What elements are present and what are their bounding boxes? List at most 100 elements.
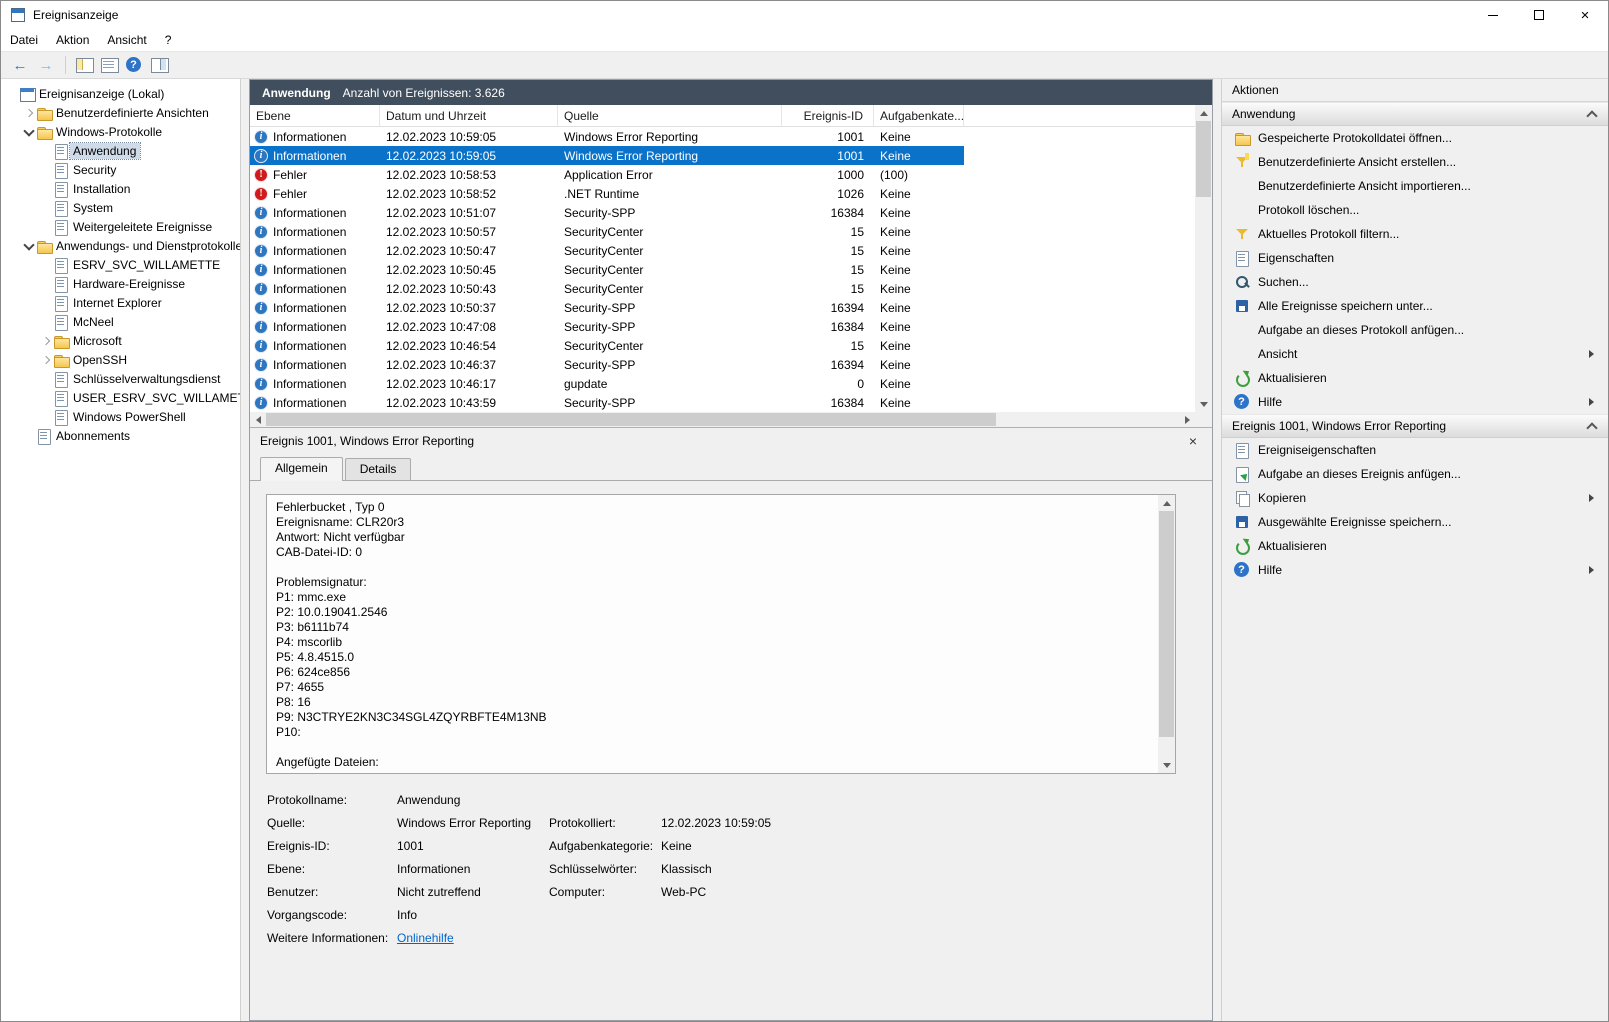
menu-datei[interactable]: Datei [1,30,47,50]
tree-item-schl-sselverwaltungsdienst[interactable]: Schlüsselverwaltungsdienst [1,369,240,388]
action-kopieren[interactable]: Kopieren [1222,486,1608,510]
action-suchen[interactable]: Suchen... [1222,270,1608,294]
tree-item-esrv-svc-willamette[interactable]: ESRV_SVC_WILLAMETTE [1,255,240,274]
menu-item[interactable]: ? [156,30,181,50]
tree-item-hardware-ereignisse[interactable]: Hardware-Ereignisse [1,274,240,293]
vertical-scroll-thumb[interactable] [1159,511,1174,737]
event-row[interactable]: iInformationen12.02.2023 10:47:08Securit… [250,317,964,336]
action-ereigniseigenschaften[interactable]: Ereigniseigenschaften [1222,438,1608,462]
action-aufgabe-an-dieses-protokoll-anf-gen[interactable]: Aufgabe an dieses Protokoll anfügen... [1222,318,1608,342]
tree-item-openssh[interactable]: OpenSSH [1,350,240,369]
online-help-link[interactable]: Onlinehilfe [397,931,454,945]
menu-ansicht[interactable]: Ansicht [98,30,155,50]
event-row[interactable]: iInformationen12.02.2023 10:50:57Securit… [250,222,964,241]
tree-item-ereignisanzeige-lokal[interactable]: Ereignisanzeige (Lokal) [1,84,240,103]
action-aufgabe-an-dieses-ereignis-anf-gen[interactable]: Aufgabe an dieses Ereignis anfügen... [1222,462,1608,486]
column-header-ebene[interactable]: Ebene [250,105,380,126]
close-button[interactable]: × [1562,1,1608,29]
event-row[interactable]: !Fehler12.02.2023 10:58:52.NET Runtime10… [250,184,964,203]
vertical-scroll-track[interactable] [1195,121,1212,396]
action-group-header-anwendung[interactable]: Anwendung [1222,102,1608,126]
column-header-aufgabenkate[interactable]: Aufgabenkate... [874,105,964,126]
chevron-down-icon[interactable] [22,239,36,253]
menu-aktion[interactable]: Aktion [47,30,98,50]
events-horizontal-scrollbar[interactable] [250,412,1195,427]
tree-item-anwendungs-und-dienstprotokolle[interactable]: Anwendungs- und Dienstprotokolle [1,236,240,255]
event-message[interactable]: Fehlerbucket , Typ 0 Ereignisname: CLR20… [267,495,1175,773]
events-vertical-scrollbar[interactable] [1195,105,1212,427]
help-icon[interactable] [124,56,145,74]
collapse-chevron-icon[interactable] [1586,420,1598,432]
action-benutzerdefinierte-ansicht-importieren[interactable]: Benutzerdefinierte Ansicht importieren..… [1222,174,1608,198]
scroll-up-button[interactable] [1158,495,1175,511]
tree-item-windows-protokolle[interactable]: Windows-Protokolle [1,122,240,141]
scroll-left-button[interactable] [250,412,266,427]
action-aktualisieren[interactable]: Aktualisieren [1222,534,1608,558]
action-aktualisieren[interactable]: Aktualisieren [1222,366,1608,390]
tree-item-anwendung[interactable]: Anwendung [1,141,240,160]
event-row[interactable]: iInformationen12.02.2023 10:59:05Windows… [250,127,964,146]
tab-details[interactable]: Details [345,458,412,480]
scroll-right-button[interactable] [1179,412,1195,427]
scroll-down-button[interactable] [1158,757,1175,773]
column-header-quelle[interactable]: Quelle [558,105,782,126]
action-benutzerdefinierte-ansicht-erstellen[interactable]: Benutzerdefinierte Ansicht erstellen... [1222,150,1608,174]
action-protokoll-l-schen[interactable]: Protokoll löschen... [1222,198,1608,222]
tree-item-microsoft[interactable]: Microsoft [1,331,240,350]
tab-allgemein[interactable]: Allgemein [260,457,343,481]
event-row[interactable]: iInformationen12.02.2023 10:46:37Securit… [250,355,964,374]
vertical-scroll-track[interactable] [1158,511,1175,757]
tree-item-system[interactable]: System [1,198,240,217]
minimize-button[interactable] [1470,1,1516,29]
event-row[interactable]: iInformationen12.02.2023 10:46:17gupdate… [250,374,964,393]
chevron-right-icon[interactable] [22,106,36,120]
tree-item-benutzerdefinierte-ansichten[interactable]: Benutzerdefinierte Ansichten [1,103,240,122]
event-row[interactable]: iInformationen12.02.2023 10:43:59Securit… [250,393,964,412]
event-level-cell: !Fehler [250,168,380,182]
tree-item-user-esrv-svc-willamette[interactable]: USER_ESRV_SVC_WILLAMETTE [1,388,240,407]
event-row[interactable]: iInformationen12.02.2023 10:46:54Securit… [250,336,964,355]
horizontal-scroll-track[interactable] [266,412,1179,427]
chevron-right-icon[interactable] [39,353,53,367]
event-row[interactable]: !Fehler12.02.2023 10:58:53Application Er… [250,165,964,184]
close-preview-icon[interactable]: × [1184,433,1202,449]
event-row[interactable]: iInformationen12.02.2023 10:50:37Securit… [250,298,964,317]
column-header-datum-und-uhrzeit[interactable]: Datum und Uhrzeit [380,105,558,126]
horizontal-scroll-thumb[interactable] [266,413,996,426]
action-gespeicherte-protokolldatei-ffnen[interactable]: Gespeicherte Protokolldatei öffnen... [1222,126,1608,150]
collapse-chevron-icon[interactable] [1586,108,1598,120]
properties-icon[interactable] [99,56,120,74]
action-ausgew-hlte-ereignisse-speichern[interactable]: Ausgewählte Ereignisse speichern... [1222,510,1608,534]
maximize-button[interactable] [1516,1,1562,29]
action-ansicht[interactable]: Ansicht [1222,342,1608,366]
tree-item-security[interactable]: Security [1,160,240,179]
event-row[interactable]: iInformationen12.02.2023 10:50:43Securit… [250,279,964,298]
tree-item-windows-powershell[interactable]: Windows PowerShell [1,407,240,426]
tree-item-mcneel[interactable]: McNeel [1,312,240,331]
event-row[interactable]: iInformationen12.02.2023 10:50:45Securit… [250,260,964,279]
action-aktuelles-protokoll-filtern[interactable]: Aktuelles Protokoll filtern... [1222,222,1608,246]
tree-item-weitergeleitete-ereignisse[interactable]: Weitergeleitete Ereignisse [1,217,240,236]
console-tree-icon[interactable] [74,56,95,74]
action-hilfe[interactable]: Hilfe [1222,558,1608,582]
action-eigenschaften[interactable]: Eigenschaften [1222,246,1608,270]
tree-item-internet-explorer[interactable]: Internet Explorer [1,293,240,312]
event-row[interactable]: iInformationen12.02.2023 10:59:05Windows… [250,146,964,165]
chevron-down-icon[interactable] [22,125,36,139]
tree-item-installation[interactable]: Installation [1,179,240,198]
forward-icon[interactable]: → [35,57,57,74]
action-hilfe[interactable]: Hilfe [1222,390,1608,414]
scroll-up-button[interactable] [1195,105,1212,121]
action-alle-ereignisse-speichern-unter[interactable]: Alle Ereignisse speichern unter... [1222,294,1608,318]
column-header-ereignis-id[interactable]: Ereignis-ID [782,105,874,126]
event-row[interactable]: iInformationen12.02.2023 10:51:07Securit… [250,203,964,222]
back-icon[interactable]: ← [9,57,31,74]
vertical-scroll-thumb[interactable] [1196,121,1211,197]
action-pane-icon[interactable] [149,56,170,74]
action-group-header-ereignis-1001-windows-error-reporting[interactable]: Ereignis 1001, Windows Error Reporting [1222,414,1608,438]
tree-item-abonnements[interactable]: Abonnements [1,426,240,445]
chevron-right-icon[interactable] [39,334,53,348]
scroll-down-button[interactable] [1195,396,1212,412]
message-scrollbar[interactable] [1158,495,1175,773]
event-row[interactable]: iInformationen12.02.2023 10:50:47Securit… [250,241,964,260]
